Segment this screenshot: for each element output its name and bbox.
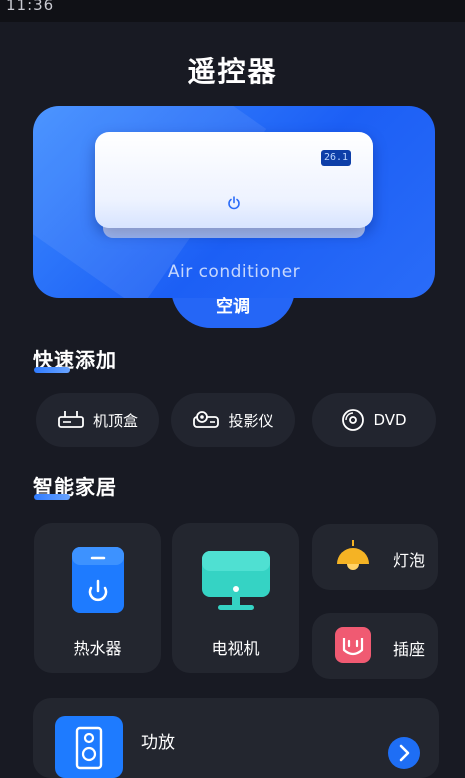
disc-icon bbox=[342, 409, 365, 431]
power-icon bbox=[228, 196, 240, 210]
card-label: 灯泡 bbox=[392, 551, 425, 570]
status-bar: 11:36 bbox=[0, 0, 465, 22]
quick-add-projector[interactable]: 投影仪 bbox=[171, 393, 295, 447]
quick-add-dvd[interactable]: DVD bbox=[312, 393, 436, 447]
water-heater-icon bbox=[72, 547, 124, 613]
card-tv[interactable]: 电视机 bbox=[172, 523, 299, 673]
tv-icon bbox=[202, 551, 270, 610]
air-conditioner-card[interactable]: 26.1 Air conditioner bbox=[33, 106, 435, 298]
status-time: 11:36 bbox=[6, 0, 55, 14]
quick-add-label: 投影仪 bbox=[228, 411, 274, 430]
chevron-right-icon[interactable] bbox=[387, 736, 421, 770]
card-amplifier[interactable]: 功放 bbox=[33, 698, 439, 778]
card-water-heater[interactable]: 热水器 bbox=[34, 523, 161, 673]
card-label: 插座 bbox=[392, 640, 425, 659]
quick-add-label: 机顶盒 bbox=[92, 411, 138, 430]
card-label: 电视机 bbox=[211, 639, 260, 658]
quick-add-label: DVD bbox=[373, 411, 407, 429]
device-name-en: Air conditioner bbox=[167, 262, 301, 282]
card-lamp[interactable]: 灯泡 bbox=[312, 524, 438, 590]
air-conditioner-illustration: 26.1 bbox=[95, 132, 373, 228]
card-label: 功放 bbox=[141, 733, 175, 753]
set-top-box-icon bbox=[58, 411, 84, 428]
device-name-cn: 空调 bbox=[216, 297, 250, 317]
card-socket[interactable]: 插座 bbox=[312, 613, 438, 679]
ac-display: 26.1 bbox=[321, 150, 351, 166]
speaker-icon bbox=[55, 716, 123, 778]
quick-add-set-top-box[interactable]: 机顶盒 bbox=[36, 393, 159, 447]
page-title: 遥控器 bbox=[187, 55, 278, 88]
projector-icon bbox=[193, 411, 220, 428]
smart-home-underline bbox=[34, 494, 70, 500]
card-label: 热水器 bbox=[73, 639, 122, 658]
quick-add-underline bbox=[34, 367, 70, 373]
